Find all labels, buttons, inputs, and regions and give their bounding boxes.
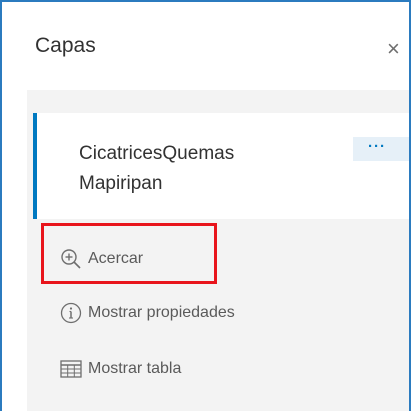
panel-border-top <box>0 0 411 2</box>
layer-selected-indicator <box>33 113 37 219</box>
show-properties-action[interactable]: Mostrar propiedades <box>60 298 235 328</box>
panel-title: Capas <box>35 34 96 57</box>
layer-name: CicatricesQuemas Mapiripan <box>79 139 339 199</box>
layer-name-line-1: CicatricesQuemas <box>79 143 235 164</box>
close-icon[interactable]: × <box>387 38 400 60</box>
layer-options-button[interactable]: ··· <box>353 137 409 161</box>
zoom-to-action[interactable]: Acercar <box>60 244 143 274</box>
table-icon <box>60 360 86 378</box>
zoom-to-label: Acercar <box>88 250 144 267</box>
show-table-label: Mostrar tabla <box>88 360 182 377</box>
layers-panel: Capas × CicatricesQuemas Mapiripan ··· A… <box>0 0 411 411</box>
layer-name-line-2: Mapiripan <box>79 173 163 194</box>
show-properties-label: Mostrar propiedades <box>88 304 235 321</box>
zoom-in-icon <box>60 248 86 270</box>
panel-border-left <box>0 0 2 411</box>
show-table-action[interactable]: Mostrar tabla <box>60 354 181 384</box>
info-icon <box>60 302 86 324</box>
